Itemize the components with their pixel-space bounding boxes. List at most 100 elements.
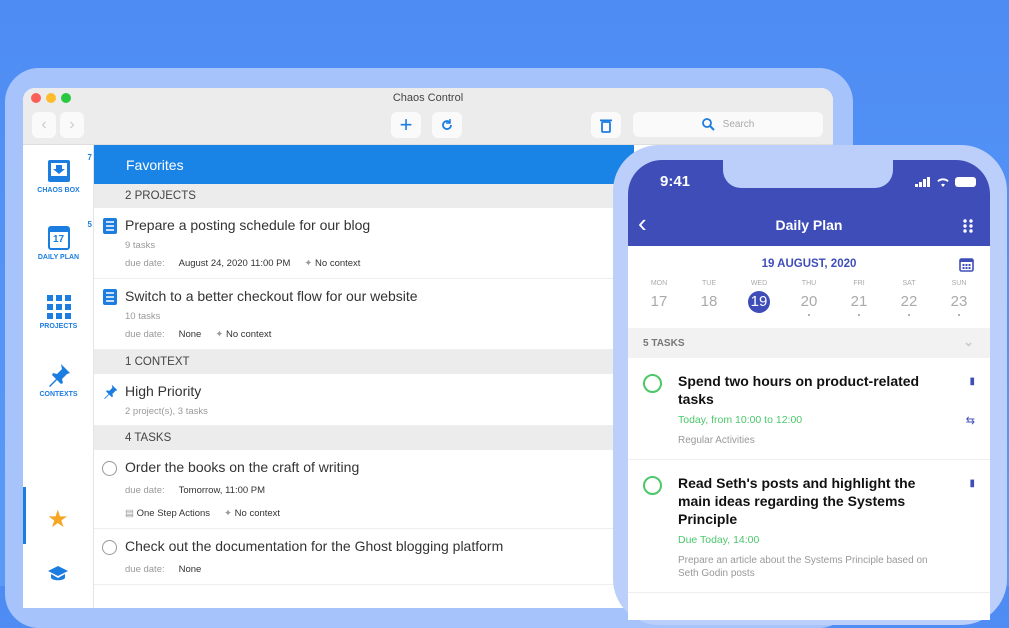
sidebar-item-daily-plan[interactable]: 5 17 DAILY PLAN [23, 220, 94, 261]
project-task-count: 9 tasks [125, 240, 156, 251]
section-header-tasks: 4 TASKS [94, 426, 634, 450]
learn-button[interactable] [47, 565, 69, 588]
due-label: due date: [125, 258, 165, 269]
due-date: August 24, 2020 11:00 PM [178, 258, 291, 269]
context-sub: 2 project(s), 3 tasks [125, 406, 208, 417]
daily-plan-badge: 5 [87, 220, 92, 229]
day-name: THU [801, 280, 817, 287]
phone-task-item[interactable]: ▮ Read Seth's posts and highlight the ma… [628, 460, 990, 593]
task-title: Spend two hours on product-related tasks [678, 373, 920, 407]
chevron-left-icon: ‹ [41, 116, 47, 133]
repeat-icon: ⇆ [965, 415, 975, 427]
day-strip: MON 17 TUE 18 WED 19 THU 20 FRI 21 SAT 22 SUN 2… [628, 280, 990, 316]
day-number: 17 [650, 293, 668, 310]
project-icon: ▤ [125, 508, 137, 519]
task-dot [958, 314, 960, 316]
task-checkbox[interactable] [102, 540, 117, 555]
chevron-down-icon: ⌄ [963, 334, 974, 349]
day-item[interactable]: THU 20 [789, 280, 829, 316]
status-icons [915, 177, 976, 187]
sidebar-label: PROJECTS [39, 323, 78, 330]
day-number: 19 [748, 291, 770, 313]
trash-icon [600, 119, 612, 133]
phone-task-item[interactable]: ▮ ⇆ Spend two hours on product-related t… [628, 358, 990, 460]
day-number: 23 [950, 293, 968, 310]
due-label: due date: [125, 564, 165, 575]
pin-icon: ✦ [215, 329, 226, 340]
phone-nav-bar: 9:41 ‹ Daily Plan [628, 160, 990, 246]
week-calendar: 19 AUGUST, 2020 MON 17 TUE 18 WED 19 THU 20 … [628, 246, 990, 328]
task-time: Today, from 10:00 to 12:00 [678, 414, 803, 426]
status-time: 9:41 [660, 173, 691, 190]
project-task-count: 10 tasks [125, 311, 161, 322]
day-name: SAT [902, 280, 916, 287]
day-number: 18 [700, 293, 718, 310]
favorites-list: Favorites 2 PROJECTS Prepare a posting s… [94, 145, 634, 608]
task-row[interactable]: Order the books on the craft of writing … [94, 450, 634, 529]
grid-menu-icon[interactable] [963, 219, 973, 233]
day-number: 20 [800, 293, 818, 310]
current-date: 19 AUGUST, 2020 [761, 258, 857, 270]
delete-button[interactable] [591, 112, 621, 138]
context-text: No context [315, 258, 361, 269]
task-row[interactable]: Check out the documentation for the Ghos… [94, 529, 634, 585]
day-name: MON [650, 280, 668, 287]
day-item[interactable]: FRI 21 [839, 280, 879, 316]
project-icon [103, 289, 117, 305]
day-item[interactable]: MON 17 [639, 280, 679, 316]
day-name: FRI [853, 280, 865, 287]
task-dot [808, 314, 810, 316]
project-title: Switch to a better checkout flow for our… [125, 288, 418, 304]
project-row[interactable]: Prepare a posting schedule for our blog … [94, 208, 634, 279]
calendar-icon: 17 [47, 226, 70, 250]
sidebar-label: CHAOS BOX [37, 187, 80, 194]
day-item-selected[interactable]: WED 19 [739, 280, 779, 316]
task-checkbox[interactable] [643, 476, 662, 495]
battery-icon [955, 177, 976, 187]
day-item[interactable]: SAT 22 [889, 280, 929, 316]
sidebar-item-contexts[interactable]: CONTEXTS [23, 363, 94, 398]
task-time: Due Today, 14:00 [678, 534, 760, 546]
day-item[interactable]: TUE 18 [689, 280, 729, 316]
search-icon [701, 118, 715, 131]
add-button[interactable]: + [391, 112, 421, 138]
calendar-icon[interactable] [959, 257, 974, 272]
chevron-right-icon: › [69, 116, 75, 133]
grid-icon [46, 295, 71, 319]
phone-title: Daily Plan [775, 217, 843, 233]
tasks-count-bar[interactable]: 5 TASKS ⌄ [628, 328, 990, 358]
task-checkbox[interactable] [643, 374, 662, 393]
due-label: due date: [125, 329, 165, 340]
pin-icon [104, 384, 118, 399]
signal-icon [915, 177, 930, 187]
chaos-box-badge: 7 [87, 153, 92, 162]
sidebar-item-chaos-box[interactable]: 7 CHAOS BOX [23, 153, 94, 194]
context-title: High Priority [125, 383, 202, 399]
project-row[interactable]: Switch to a better checkout flow for our… [94, 279, 634, 350]
due-date: None [178, 329, 202, 340]
due-date: Tomorrow, 11:00 PM [178, 485, 266, 496]
titlebar: Chaos Control ‹ › + Search [23, 88, 833, 145]
inbox-icon [47, 160, 70, 182]
sync-button[interactable] [432, 112, 462, 138]
pin-icon: ✦ [224, 508, 235, 519]
day-name: TUE [702, 280, 716, 287]
sync-icon [442, 119, 452, 130]
back-button[interactable]: ‹ [32, 112, 56, 138]
favorites-button[interactable]: ★ [47, 505, 69, 534]
task-checkbox[interactable] [102, 461, 117, 476]
tasks-count: 5 TASKS [643, 338, 685, 349]
forward-button[interactable]: › [60, 112, 84, 138]
pin-icon [48, 364, 70, 387]
search-placeholder: Search [722, 119, 755, 130]
sidebar-item-projects[interactable]: PROJECTS [23, 295, 94, 330]
sidebar: 7 CHAOS BOX 5 17 DAILY PLAN PROJECTS CON… [23, 145, 94, 608]
day-item[interactable]: SUN 23 [939, 280, 979, 316]
day-number: 21 [850, 293, 868, 310]
search-input[interactable]: Search [633, 112, 823, 137]
wifi-icon [937, 178, 949, 187]
context-row[interactable]: High Priority 2 project(s), 3 tasks [94, 374, 634, 426]
task-title: Order the books on the craft of writing [125, 459, 360, 475]
phone-mockup: 9:41 ‹ Daily Plan 19 AUGUST, 2020 MON 17 … [613, 145, 1007, 625]
due-label: due date: [125, 485, 165, 496]
